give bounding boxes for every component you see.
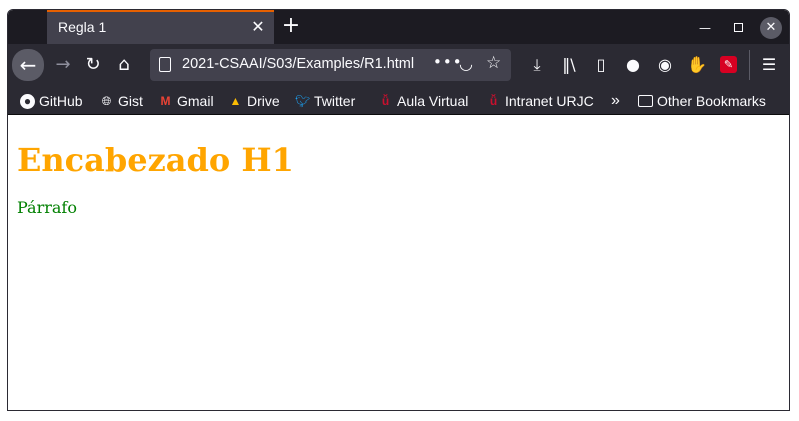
browser-window: Regla 1 ✕ + — ✕ ← → ↻ ⌂ 2021-CSAAI/S03/E… — [7, 9, 790, 411]
url-text[interactable]: 2021-CSAAI/S03/Examples/R1.html — [182, 56, 414, 72]
bookmark-label: Intranet URJC — [505, 93, 594, 109]
bookmark-label: Twitter — [314, 93, 356, 109]
bookmark-label: Other Bookmarks — [657, 93, 766, 109]
bookmark-label: Aula Virtual — [397, 93, 469, 109]
download-icon[interactable]: ⤓ — [526, 54, 548, 76]
bookmark-gist[interactable]: 🌐︎ Gist — [99, 91, 143, 111]
toolbar-separator — [749, 50, 750, 80]
tab-title: Regla 1 — [58, 19, 107, 35]
page-paragraph: Párrafo — [17, 198, 77, 217]
globe-icon: 🌐︎ — [101, 93, 112, 108]
bookmark-drive[interactable]: ▲ Drive — [228, 91, 280, 111]
bookmark-github[interactable]: ● GitHub — [20, 91, 83, 111]
page-icon — [159, 57, 171, 72]
minimize-icon[interactable]: — — [694, 17, 716, 39]
bookmark-label: Gmail — [177, 93, 214, 109]
urjc-icon: ǚ — [489, 93, 498, 108]
urjc-icon: ǚ — [381, 93, 390, 108]
bookmark-gmail[interactable]: M Gmail — [158, 91, 214, 111]
library-icon[interactable]: ‖\ — [558, 54, 580, 76]
bookmark-star-icon[interactable]: ☆ — [486, 53, 501, 73]
url-bar[interactable]: 2021-CSAAI/S03/Examples/R1.html ••• ◡ ☆ — [150, 49, 511, 81]
sidebar-icon[interactable]: ▯ — [590, 54, 612, 76]
arrow-right-icon[interactable]: → — [48, 50, 78, 80]
close-icon[interactable]: ✕ — [248, 17, 268, 37]
twitter-icon: 🐦︎ — [295, 93, 311, 108]
bookmarks-toolbar: ● GitHub 🌐︎ Gist M Gmail ▲ Drive 🐦︎ Twit… — [8, 87, 789, 115]
plus-icon[interactable]: + — [279, 13, 303, 39]
bookmark-intranet-urjc[interactable]: ǚ Intranet URJC — [486, 91, 594, 111]
close-icon[interactable]: ✕ — [760, 17, 782, 39]
gnome-icon[interactable]: ✋ — [686, 54, 708, 76]
chevron-double-right-icon[interactable]: » — [611, 91, 620, 111]
reload-icon[interactable]: ↻ — [78, 50, 108, 80]
bookmark-label: Drive — [247, 93, 280, 109]
gmail-icon: M — [160, 93, 171, 108]
arrow-left-icon[interactable]: ← — [12, 49, 44, 81]
bookmark-aula-virtual[interactable]: ǚ Aula Virtual — [378, 91, 469, 111]
bookmark-twitter[interactable]: 🐦︎ Twitter — [295, 91, 355, 111]
navigation-toolbar: ← → ↻ ⌂ 2021-CSAAI/S03/Examples/R1.html … — [8, 44, 789, 87]
extension-icon[interactable]: ✎ — [720, 56, 737, 73]
folder-icon — [638, 95, 653, 107]
drive-icon: ▲ — [229, 93, 242, 108]
page-content: Encabezado H1 Párrafo — [8, 115, 789, 410]
menu-icon[interactable]: ☰ — [758, 54, 780, 76]
bookmark-label: Gist — [118, 93, 143, 109]
account-icon[interactable]: ● — [622, 54, 644, 76]
bookmark-other-bookmarks[interactable]: Other Bookmarks — [638, 91, 766, 111]
maximize-icon[interactable] — [727, 17, 749, 39]
tab-strip: Regla 1 ✕ + — ✕ — [8, 10, 789, 44]
bookmark-label: GitHub — [39, 93, 83, 109]
tab-regla-1[interactable]: Regla 1 ✕ — [47, 10, 274, 44]
page-heading: Encabezado H1 — [17, 141, 294, 179]
github-icon[interactable]: ◉ — [654, 54, 676, 76]
pocket-icon[interactable]: ◡ — [459, 54, 473, 73]
home-icon[interactable]: ⌂ — [109, 50, 139, 80]
github-icon: ● — [20, 93, 35, 109]
